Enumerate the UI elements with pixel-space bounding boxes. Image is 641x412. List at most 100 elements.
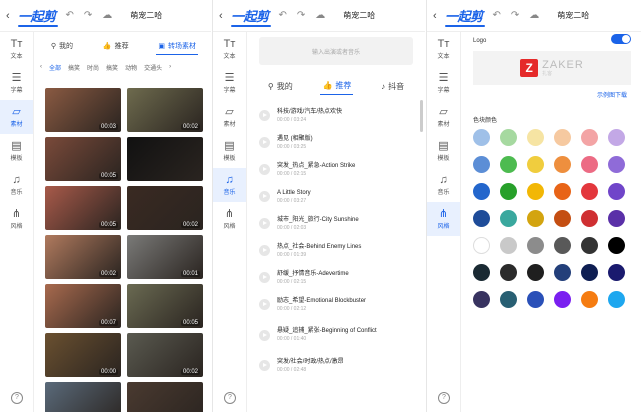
- video-thumbnail[interactable]: [45, 382, 121, 412]
- color-swatch[interactable]: [527, 210, 544, 227]
- tab-recommend[interactable]: 👍 推荐: [101, 38, 131, 54]
- upload-icon[interactable]: ☁: [529, 10, 539, 21]
- app-logo[interactable]: 一起剪: [231, 6, 271, 27]
- sidebar-item-text[interactable]: Tт 文本: [0, 32, 33, 66]
- video-thumbnail[interactable]: 00:05: [45, 186, 121, 230]
- color-swatch[interactable]: [608, 183, 625, 200]
- sidebar-item-text[interactable]: Tт 文本: [427, 32, 460, 66]
- color-swatch[interactable]: [527, 264, 544, 281]
- color-swatch[interactable]: [608, 129, 625, 146]
- sidebar-item-style[interactable]: ⋔ 风格: [427, 202, 460, 236]
- play-icon[interactable]: [259, 272, 270, 283]
- help-icon[interactable]: ?: [11, 392, 23, 404]
- video-thumbnail[interactable]: 00:02: [127, 88, 203, 132]
- tab-transition[interactable]: ▣ 转场素材: [156, 38, 199, 55]
- undo-icon[interactable]: ↶: [279, 10, 287, 21]
- video-thumbnail[interactable]: [127, 137, 203, 181]
- color-swatch[interactable]: [581, 156, 598, 173]
- play-icon[interactable]: [259, 137, 270, 148]
- sample-download-link[interactable]: 示例图下载: [597, 90, 627, 99]
- color-swatch[interactable]: [500, 210, 517, 227]
- music-track[interactable]: 热点_社会-Behind Enemy Lines 00:00 / 01:39: [259, 237, 411, 264]
- color-swatch[interactable]: [527, 129, 544, 146]
- color-swatch[interactable]: [581, 129, 598, 146]
- color-swatch[interactable]: [527, 291, 544, 308]
- music-track[interactable]: 城市_阳光_旅行-City Sunshine 00:00 / 02:03: [259, 210, 411, 237]
- play-icon[interactable]: [259, 164, 270, 175]
- sidebar-item-material[interactable]: ▱ 素材: [213, 100, 246, 134]
- sidebar-item-music[interactable]: ♫ 音乐: [427, 168, 460, 202]
- redo-icon[interactable]: ↷: [84, 10, 92, 21]
- back-icon[interactable]: ‹: [433, 10, 443, 22]
- color-swatch[interactable]: [473, 291, 490, 308]
- redo-icon[interactable]: ↷: [511, 10, 519, 21]
- music-track[interactable]: A Little Story 00:00 / 03:27: [259, 183, 411, 210]
- sidebar-item-style[interactable]: ⋔ 风格: [0, 202, 33, 236]
- video-thumbnail[interactable]: 00:05: [45, 137, 121, 181]
- color-swatch[interactable]: [608, 210, 625, 227]
- color-swatch[interactable]: [554, 156, 571, 173]
- video-thumbnail[interactable]: 00:01: [127, 235, 203, 279]
- help-icon[interactable]: ?: [224, 392, 236, 404]
- color-swatch[interactable]: [608, 156, 625, 173]
- color-swatch[interactable]: [527, 156, 544, 173]
- video-thumbnail[interactable]: 00:03: [45, 88, 121, 132]
- sidebar-item-material[interactable]: ▱ 素材: [427, 100, 460, 134]
- subtab[interactable]: 全部: [49, 63, 61, 72]
- sidebar-item-music[interactable]: ♫ 音乐: [0, 168, 33, 202]
- video-thumbnail[interactable]: 00:00: [45, 333, 121, 377]
- sidebar-item-material[interactable]: ▱ 素材: [0, 100, 33, 134]
- color-swatch[interactable]: [473, 183, 490, 200]
- chevron-left-icon[interactable]: ‹: [40, 64, 42, 70]
- video-thumbnail[interactable]: [127, 382, 203, 412]
- music-track[interactable]: 悬疑_追捕_紧张-Beginning of Conflict 00:00 / 01…: [259, 318, 411, 352]
- logo-preview[interactable]: Z ZAKER 扎客: [473, 51, 631, 85]
- play-icon[interactable]: [259, 360, 270, 371]
- sidebar-item-subtitle[interactable]: ☰ 字幕: [427, 66, 460, 100]
- sidebar-item-text[interactable]: Tт 文本: [213, 32, 246, 66]
- color-swatch[interactable]: [500, 129, 517, 146]
- color-swatch[interactable]: [500, 183, 517, 200]
- color-swatch[interactable]: [554, 210, 571, 227]
- color-swatch[interactable]: [554, 129, 571, 146]
- upload-icon[interactable]: ☁: [102, 10, 112, 21]
- color-swatch[interactable]: [500, 264, 517, 281]
- color-swatch[interactable]: [500, 237, 517, 254]
- undo-icon[interactable]: ↶: [66, 10, 74, 21]
- music-track[interactable]: 遇见 (相聚版) 00:00 / 03:25: [259, 129, 411, 156]
- color-swatch[interactable]: [581, 210, 598, 227]
- color-swatch[interactable]: [527, 237, 544, 254]
- color-swatch[interactable]: [581, 237, 598, 254]
- tab-douyin[interactable]: ♪ 抖音: [379, 78, 406, 95]
- help-icon[interactable]: ?: [438, 392, 450, 404]
- subtab[interactable]: 搞笑: [68, 63, 80, 72]
- color-swatch[interactable]: [554, 264, 571, 281]
- color-swatch[interactable]: [473, 129, 490, 146]
- color-swatch[interactable]: [500, 291, 517, 308]
- video-thumbnail[interactable]: 00:07: [45, 284, 121, 328]
- undo-icon[interactable]: ↶: [493, 10, 501, 21]
- subtab[interactable]: 交通头: [144, 63, 162, 72]
- sidebar-item-subtitle[interactable]: ☰ 字幕: [213, 66, 246, 100]
- back-icon[interactable]: ‹: [6, 10, 16, 22]
- color-swatch[interactable]: [581, 183, 598, 200]
- color-swatch[interactable]: [554, 183, 571, 200]
- color-swatch[interactable]: [608, 237, 625, 254]
- music-track[interactable]: 科技/游戏/汽车/热点欢快 00:00 / 03:24: [259, 102, 411, 129]
- subtab[interactable]: 时尚: [87, 63, 99, 72]
- color-swatch[interactable]: [581, 291, 598, 308]
- back-icon[interactable]: ‹: [219, 10, 229, 22]
- subtab[interactable]: 搞笑: [106, 63, 118, 72]
- video-thumbnail[interactable]: 00:02: [127, 333, 203, 377]
- color-swatch[interactable]: [581, 264, 598, 281]
- color-swatch[interactable]: [527, 183, 544, 200]
- upload-icon[interactable]: ☁: [315, 10, 325, 21]
- app-logo[interactable]: 一起剪: [445, 6, 485, 27]
- color-swatch[interactable]: [473, 264, 490, 281]
- color-swatch[interactable]: [608, 291, 625, 308]
- tab-recommend[interactable]: 👍 推荐: [320, 77, 354, 95]
- video-thumbnail[interactable]: 00:02: [127, 186, 203, 230]
- redo-icon[interactable]: ↷: [297, 10, 305, 21]
- sidebar-item-style[interactable]: ⋔ 风格: [213, 202, 246, 236]
- logo-toggle[interactable]: [611, 34, 631, 44]
